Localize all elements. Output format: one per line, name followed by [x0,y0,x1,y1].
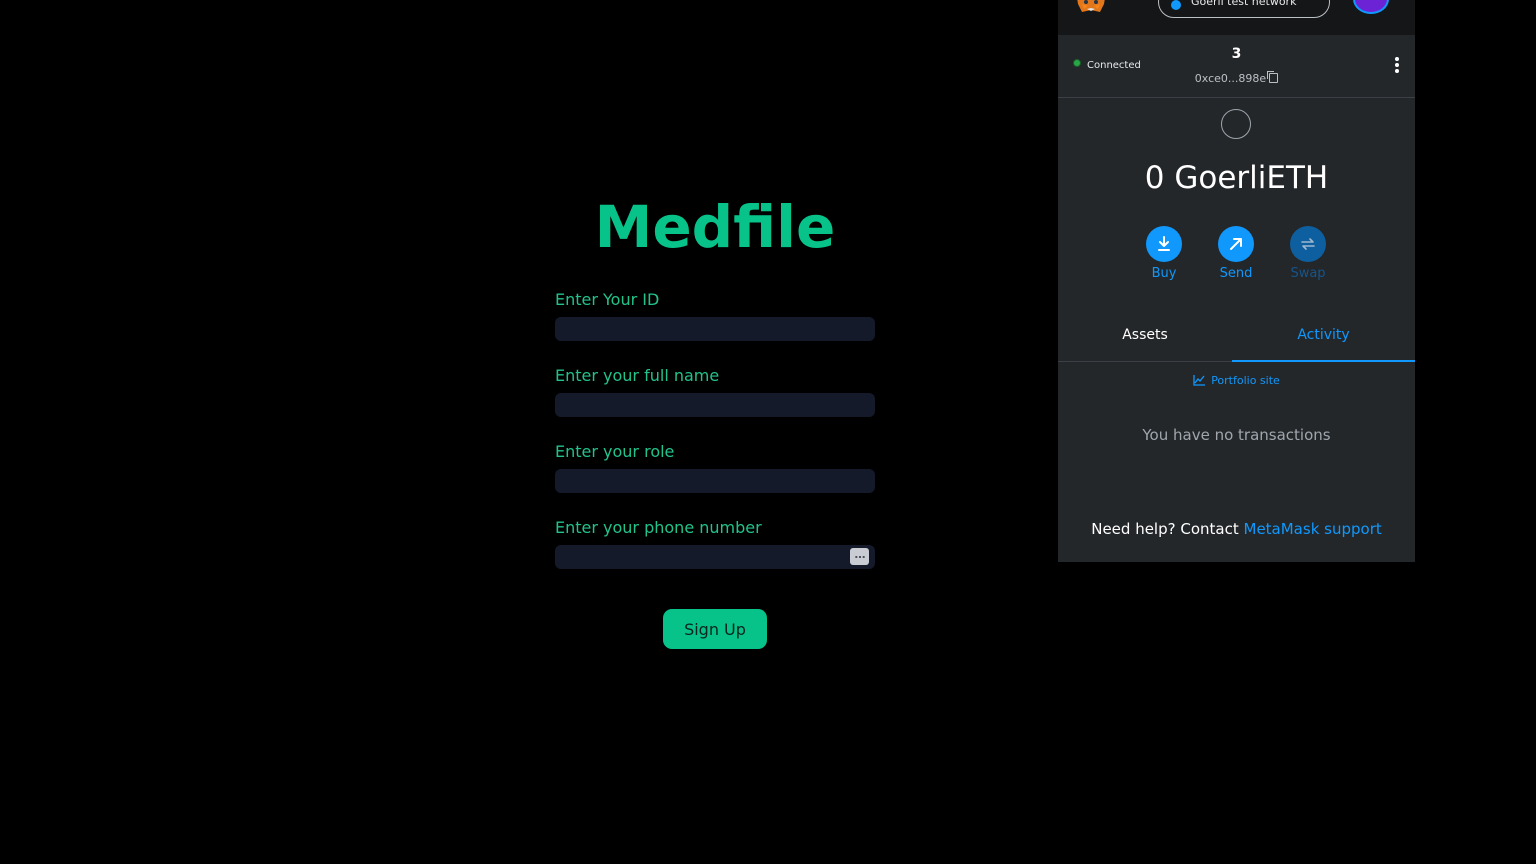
network-dot-icon [1171,0,1181,10]
metamask-support-link[interactable]: MetaMask support [1244,520,1382,538]
swap-label: Swap [1290,266,1326,281]
portfolio-site-label: Portfolio site [1211,374,1280,387]
phone-input[interactable] [555,545,875,569]
kebab-menu-icon[interactable] [1393,57,1401,77]
copy-icon [1267,71,1279,83]
network-name: Goerli test network [1191,0,1297,8]
metamask-header: Goerli test network [1058,0,1415,35]
account-address: 0xce0...898e [1194,72,1267,85]
buy-download-icon [1146,226,1182,262]
full-name-input[interactable] [555,393,875,417]
metamask-popup: Goerli test network Connected 3 0xce0...… [1058,0,1415,562]
asset-activity-tabs: Assets Activity [1058,310,1415,362]
sign-up-button[interactable]: Sign Up [663,609,767,649]
network-selector[interactable]: Goerli test network [1158,0,1330,18]
phone-field-wrapper: … [555,545,875,569]
role-input[interactable] [555,469,875,493]
account-bar: Connected 3 0xce0...898e [1058,35,1415,98]
tab-assets[interactable]: Assets [1058,310,1232,362]
buy-button[interactable]: Buy [1134,226,1194,281]
tab-activity[interactable]: Activity [1232,310,1415,362]
swap-button[interactable]: Swap [1278,226,1338,281]
help-text: Need help? Contact [1091,520,1239,538]
account-avatar-icon[interactable] [1353,0,1389,14]
send-button[interactable]: Send [1206,226,1266,281]
swap-icon [1290,226,1326,262]
empty-transactions-message: You have no transactions [1142,426,1331,444]
token-icon [1221,109,1251,139]
full-name-label: Enter your full name [555,366,720,385]
chart-icon [1193,375,1206,386]
balance: 0 GoerliETH [1144,160,1329,196]
role-label: Enter your role [555,442,675,461]
buy-label: Buy [1151,266,1177,281]
send-arrow-icon [1218,226,1254,262]
id-label: Enter Your ID [555,290,660,309]
account-name: 3 [1231,46,1242,62]
autofill-icon[interactable]: … [850,548,869,565]
help-footer: Need help? Contact MetaMask support [1058,520,1415,538]
id-input[interactable] [555,317,875,341]
portfolio-site-link[interactable]: Portfolio site [1058,374,1415,387]
phone-label: Enter your phone number [555,518,762,537]
send-label: Send [1219,266,1253,281]
account-address-button[interactable]: 0xce0...898e [1058,71,1415,85]
app-title: Medfile [594,193,836,261]
metamask-fox-icon[interactable] [1074,0,1108,14]
